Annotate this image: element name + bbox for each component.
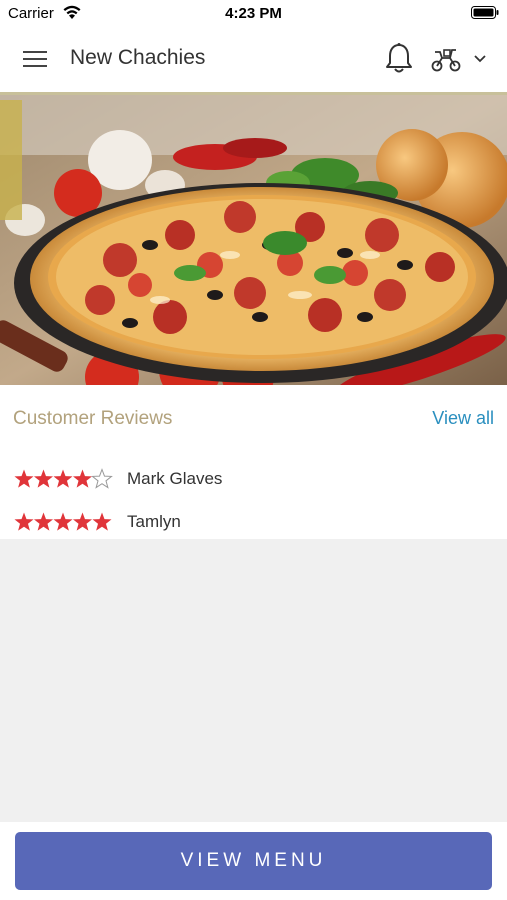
chevron-down-icon[interactable] — [472, 52, 488, 66]
view-all-link[interactable]: View all — [432, 408, 494, 429]
review-row: Tamlyn — [14, 509, 494, 535]
reviewer-name: Mark Glaves — [127, 469, 223, 488]
star-empty-icon — [91, 468, 113, 489]
star-filled-icon — [33, 512, 54, 531]
hamburger-menu-icon[interactable] — [22, 48, 48, 70]
status-time: 4:23 PM — [225, 5, 282, 22]
review-row: Mark Glaves — [14, 466, 494, 492]
page-title: New Chachies — [70, 46, 206, 69]
star-filled-icon — [53, 469, 73, 488]
star-filled-icon — [33, 469, 54, 488]
view-menu-button[interactable]: VIEW MENU — [15, 832, 492, 890]
star-filled-icon — [72, 469, 93, 488]
scooter-icon[interactable] — [430, 46, 462, 72]
footer-bar: VIEW MENU — [0, 822, 507, 900]
star-filled-icon — [92, 512, 112, 531]
star-filled-icon — [14, 469, 34, 488]
star-filled-icon — [14, 512, 34, 531]
star-filled-icon — [53, 512, 73, 531]
bell-icon[interactable] — [384, 42, 414, 76]
hero-image — [0, 95, 507, 385]
pizza-photo — [0, 95, 507, 385]
star-rating-icon — [14, 468, 113, 489]
reviewer-name: Tamlyn — [127, 512, 181, 531]
reviews-heading: Customer Reviews — [13, 408, 173, 429]
star-filled-icon — [72, 512, 93, 531]
star-rating-icon — [14, 512, 112, 531]
status-bar: Carrier 4:23 PM — [0, 0, 507, 28]
nav-bar: New Chachies — [0, 28, 507, 92]
battery-icon — [471, 6, 499, 19]
customer-reviews-section: Customer Reviews View all Mark Glaves Ta… — [0, 385, 507, 539]
